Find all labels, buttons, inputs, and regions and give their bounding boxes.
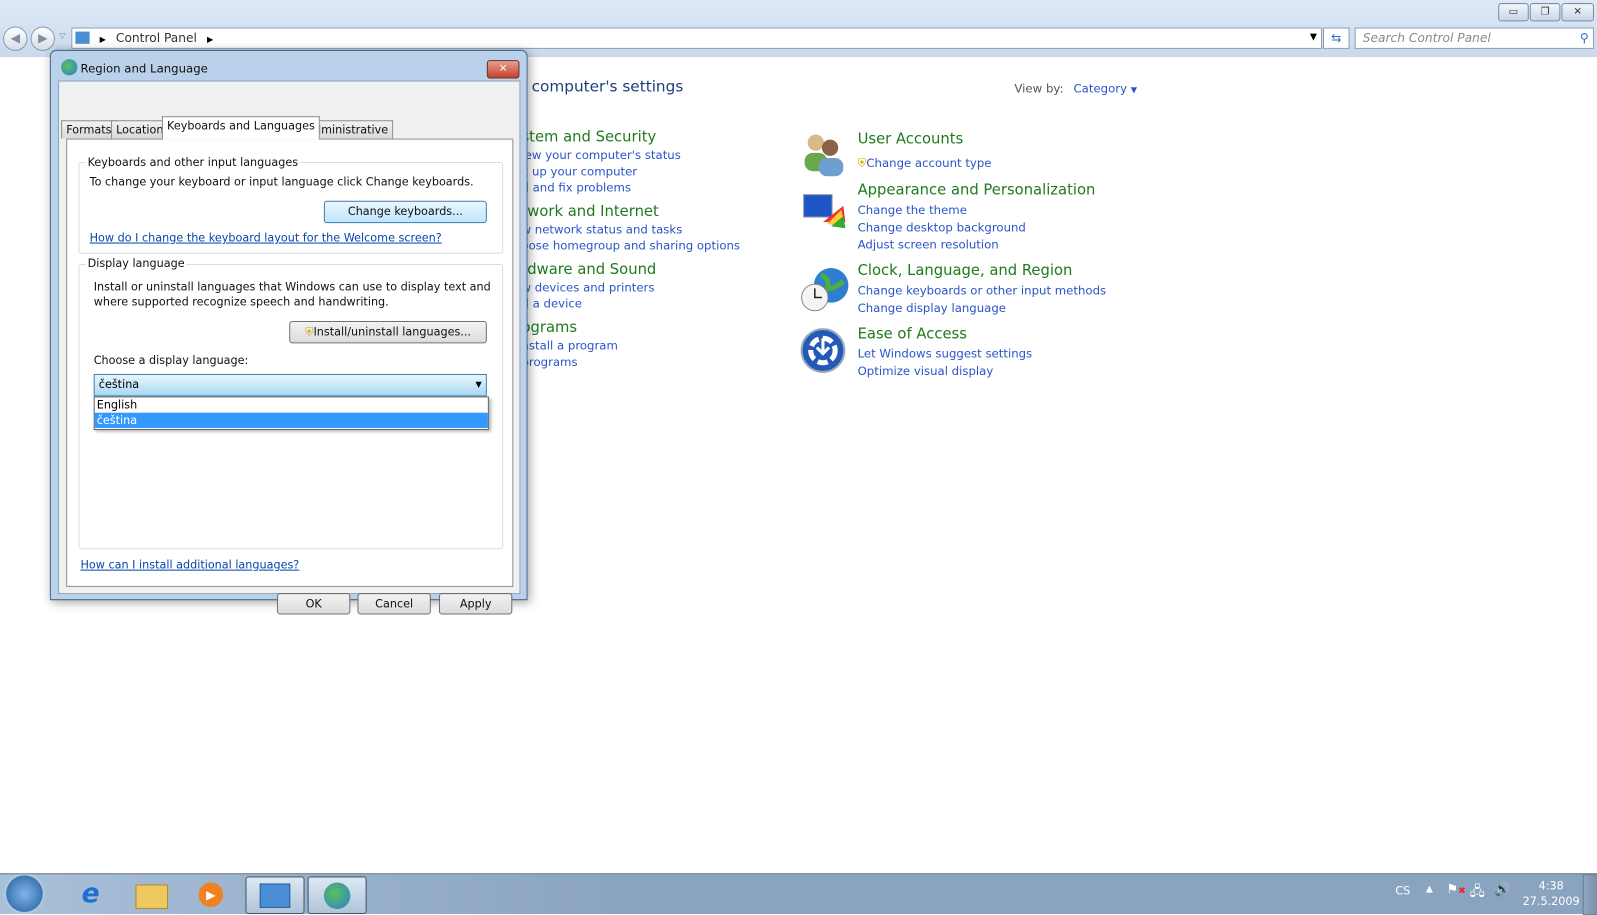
category-link[interactable]: w network status and tasks <box>521 222 796 236</box>
change-desktop-background-link[interactable]: Change desktop background <box>858 220 1026 234</box>
explorer-folder-icon[interactable] <box>123 876 180 912</box>
tab-formats[interactable]: Formats <box>61 120 117 139</box>
dialog-body: Formats Location Keyboards and Languages… <box>58 80 521 615</box>
back-button[interactable]: ◀ <box>3 26 28 51</box>
category-link[interactable]: nstall a program <box>521 338 796 352</box>
category-title[interactable]: ograms <box>521 320 796 336</box>
region-language-taskbar-button[interactable] <box>307 876 367 915</box>
category-link[interactable]: k up your computer <box>521 164 796 178</box>
category-title[interactable]: rdware and Sound <box>521 262 796 278</box>
category-link[interactable]: oose homegroup and sharing options <box>521 238 796 252</box>
category-system-security: stem and Security iew your computer's st… <box>521 129 796 194</box>
taskbar: e ▶ CS ▲ ⚑✖ 🖧 🔊 4:38 27.5.2009 <box>0 873 1597 915</box>
language-indicator[interactable]: CS <box>1395 884 1410 897</box>
display-language-group-label: Display language <box>85 256 187 271</box>
users-icon <box>801 130 848 177</box>
category-link[interactable]: w devices and printers <box>521 280 796 294</box>
forward-button[interactable]: ▶ <box>30 26 55 51</box>
category-link[interactable]: programs <box>521 355 796 369</box>
ease-of-access-icon <box>800 328 848 375</box>
display-language-dropdown-list: English čeština <box>93 396 489 431</box>
search-icon[interactable]: ⚲ <box>1580 29 1589 48</box>
globe-icon <box>61 59 78 76</box>
show-hidden-icons-button[interactable]: ▲ <box>1426 884 1433 894</box>
adjust-screen-resolution-link[interactable]: Adjust screen resolution <box>858 237 999 251</box>
action-center-flag-icon[interactable]: ⚑✖ <box>1446 882 1466 897</box>
category-link[interactable]: iew your computer's status <box>521 148 796 162</box>
region-language-dialog: Region and Language ✕ Formats Location K… <box>49 49 528 615</box>
breadcrumb-arrow-icon[interactable]: ▶ <box>207 35 213 44</box>
media-player-icon[interactable]: ▶ <box>182 876 239 912</box>
start-button[interactable] <box>6 875 43 913</box>
category-link[interactable]: d a device <box>521 297 796 311</box>
keyboards-text: To change your keyboard or input languag… <box>89 175 474 189</box>
clock[interactable]: 4:38 27.5.2009 <box>1522 878 1581 909</box>
display-language-select[interactable]: čeština ▼ <box>93 373 487 397</box>
category-appearance[interactable]: Appearance and Personalization <box>858 182 1096 198</box>
category-title[interactable]: twork and Internet <box>521 204 796 220</box>
volume-icon[interactable]: 🔊 <box>1494 882 1510 897</box>
shield-icon: ⛨ <box>857 155 867 171</box>
display-language-text: where supported recognize speech and han… <box>93 295 389 309</box>
install-uninstall-languages-button[interactable]: ⛨Install/uninstall languages... <box>289 320 487 344</box>
clock-globe-icon <box>801 265 850 314</box>
page-title: computer's settings <box>531 77 684 96</box>
change-display-language-link[interactable]: Change display language <box>858 301 1006 315</box>
breadcrumb-arrow-icon: ▶ <box>99 34 106 44</box>
option-english[interactable]: English <box>95 397 488 412</box>
category-clock-language-region[interactable]: Clock, Language, and Region <box>858 263 1073 279</box>
control-panel-taskbar-button[interactable] <box>245 876 305 915</box>
refresh-icon[interactable]: ⇆ <box>1323 27 1350 49</box>
show-desktop-button[interactable] <box>1582 874 1597 915</box>
address-bar[interactable]: ▶ Control Panel ▶ ▼ <box>71 27 1323 49</box>
view-by-label: View by: <box>1014 81 1064 96</box>
network-icon[interactable]: 🖧 <box>1470 882 1485 904</box>
search-input[interactable]: Search Control Panel ⚲ <box>1354 27 1594 49</box>
change-keyboards-button[interactable]: Change keyboards... <box>323 200 487 224</box>
close-button[interactable]: ✕ <box>1561 3 1594 22</box>
change-keyboards-link[interactable]: Change keyboards or other input methods <box>858 283 1107 297</box>
tab-keyboards-languages[interactable]: Keyboards and Languages <box>161 116 320 140</box>
internet-explorer-icon[interactable]: e <box>62 876 119 912</box>
control-panel-icon <box>75 31 90 44</box>
category-hardware: rdware and Sound w devices and printers … <box>521 262 796 311</box>
option-cestina[interactable]: čeština <box>94 412 488 428</box>
maximize-button[interactable]: ❐ <box>1529 3 1561 22</box>
cancel-button[interactable]: Cancel <box>357 593 431 615</box>
optimize-visual-display-link[interactable]: Optimize visual display <box>858 364 994 378</box>
category-user-accounts[interactable]: User Accounts <box>858 131 964 147</box>
category-ease-of-access[interactable]: Ease of Access <box>858 326 967 342</box>
dialog-close-button[interactable]: ✕ <box>486 60 520 79</box>
breadcrumb-control-panel[interactable]: Control Panel <box>116 31 197 45</box>
welcome-screen-keyboard-help-link[interactable]: How do I change the keyboard layout for … <box>90 231 442 244</box>
chevron-down-icon: ▼ <box>475 380 482 390</box>
display-language-text: Install or uninstall languages that Wind… <box>93 280 491 294</box>
tab-panel: Keyboards and other input languages To c… <box>66 138 514 587</box>
appearance-icon <box>801 192 848 233</box>
category-title[interactable]: stem and Security <box>521 129 796 145</box>
let-windows-suggest-link[interactable]: Let Windows suggest settings <box>858 346 1033 360</box>
recent-pages-icon[interactable]: ▽ <box>59 32 65 41</box>
category-link[interactable]: d and fix problems <box>521 180 796 194</box>
category-network: twork and Internet w network status and … <box>521 204 796 253</box>
tab-location[interactable]: Location <box>111 120 169 139</box>
category-programs: ograms nstall a program programs <box>521 320 796 369</box>
ok-button[interactable]: OK <box>277 593 351 615</box>
change-account-type-link[interactable]: ⛨Change account type <box>858 156 992 171</box>
apply-button[interactable]: Apply <box>438 593 513 615</box>
choose-display-language-label: Choose a display language: <box>93 353 249 367</box>
keyboards-group-label: Keyboards and other input languages <box>85 155 301 170</box>
shield-icon: ⛨ <box>305 325 314 339</box>
minimize-button[interactable]: ▭ <box>1498 3 1529 22</box>
dialog-title: Region and Language <box>80 61 208 76</box>
view-by-dropdown[interactable]: Category ▼ <box>1073 82 1136 96</box>
change-theme-link[interactable]: Change the theme <box>858 203 967 217</box>
install-additional-languages-link[interactable]: How can I install additional languages? <box>80 558 299 571</box>
address-dropdown-icon[interactable]: ▼ <box>1310 29 1317 48</box>
